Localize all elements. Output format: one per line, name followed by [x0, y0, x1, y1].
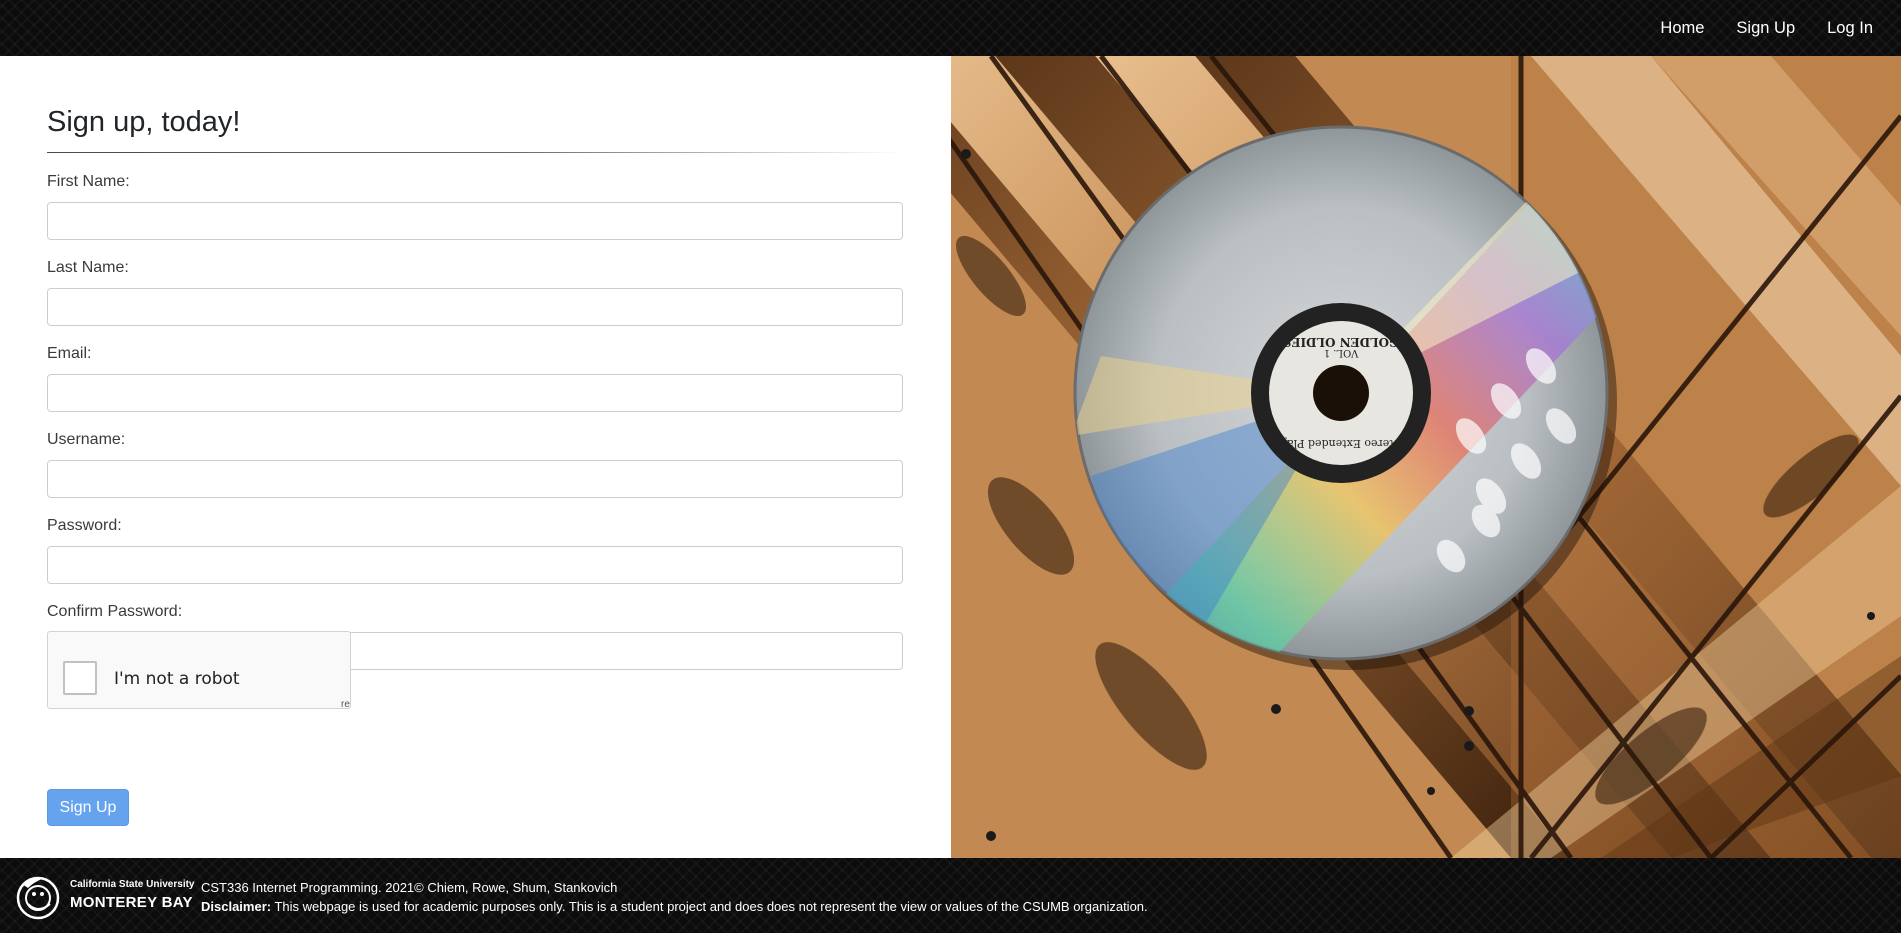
nav-link-sign-up[interactable]: Sign Up	[1720, 19, 1811, 38]
logo-university-text: California State University	[70, 879, 195, 890]
first-name-label: First Name:	[47, 173, 130, 190]
footer-course-credit: CST336 Internet Programming. 2021© Chiem…	[201, 880, 618, 895]
title-divider	[47, 152, 903, 153]
username-label: Username:	[47, 431, 126, 448]
recaptcha-logo-text: re	[341, 699, 350, 709]
first-name-field[interactable]	[47, 202, 903, 240]
password-field[interactable]	[47, 546, 903, 584]
disc-label-text-3: VOL. 1	[1324, 347, 1360, 358]
disc-label-text-1: Stereo Extended Play	[1280, 437, 1401, 450]
confirm-password-label: Confirm Password:	[47, 603, 183, 620]
disc-label-text-2: GOLDEN OLDIES	[1283, 335, 1400, 349]
sign-up-button[interactable]: Sign Up	[47, 789, 129, 826]
nav-link-home[interactable]: Home	[1644, 19, 1720, 38]
email-label: Email:	[47, 345, 92, 362]
recaptcha-widget: I'm not a robot re	[47, 631, 352, 709]
last-name-label: Last Name:	[47, 259, 129, 276]
logo-campus-text: MONTEREY BAY	[70, 894, 193, 911]
page-title: Sign up, today!	[47, 106, 241, 138]
email-field[interactable]	[47, 374, 903, 412]
disclaimer-text: This webpage is used for academic purpos…	[271, 899, 1148, 914]
csumb-logo: California State University MONTEREY BAY	[14, 874, 194, 922]
otter-seal-icon	[16, 876, 60, 920]
last-name-field[interactable]	[47, 288, 903, 326]
disclaimer-label: Disclaimer:	[201, 899, 272, 914]
photo-illustration: Stereo Extended Play GOLDEN OLDIES VOL. …	[951, 56, 1901, 858]
nav-link-log-in[interactable]: Log In	[1811, 19, 1889, 38]
site-footer: California State University MONTEREY BAY…	[0, 858, 1901, 933]
password-label: Password:	[47, 517, 122, 534]
laserdisc-on-wood-photo: Stereo Extended Play GOLDEN OLDIES VOL. …	[951, 56, 1901, 858]
top-navbar: Home Sign Up Log In	[0, 0, 1901, 56]
signup-form-panel: Sign up, today! First Name: Last Name: E…	[0, 56, 951, 858]
recaptcha-checkbox[interactable]	[63, 661, 97, 695]
footer-disclaimer: Disclaimer: This webpage is used for aca…	[201, 899, 1148, 914]
recaptcha-frame: I'm not a robot re	[47, 631, 351, 709]
recaptcha-label: I'm not a robot	[114, 669, 240, 689]
username-field[interactable]	[47, 460, 903, 498]
